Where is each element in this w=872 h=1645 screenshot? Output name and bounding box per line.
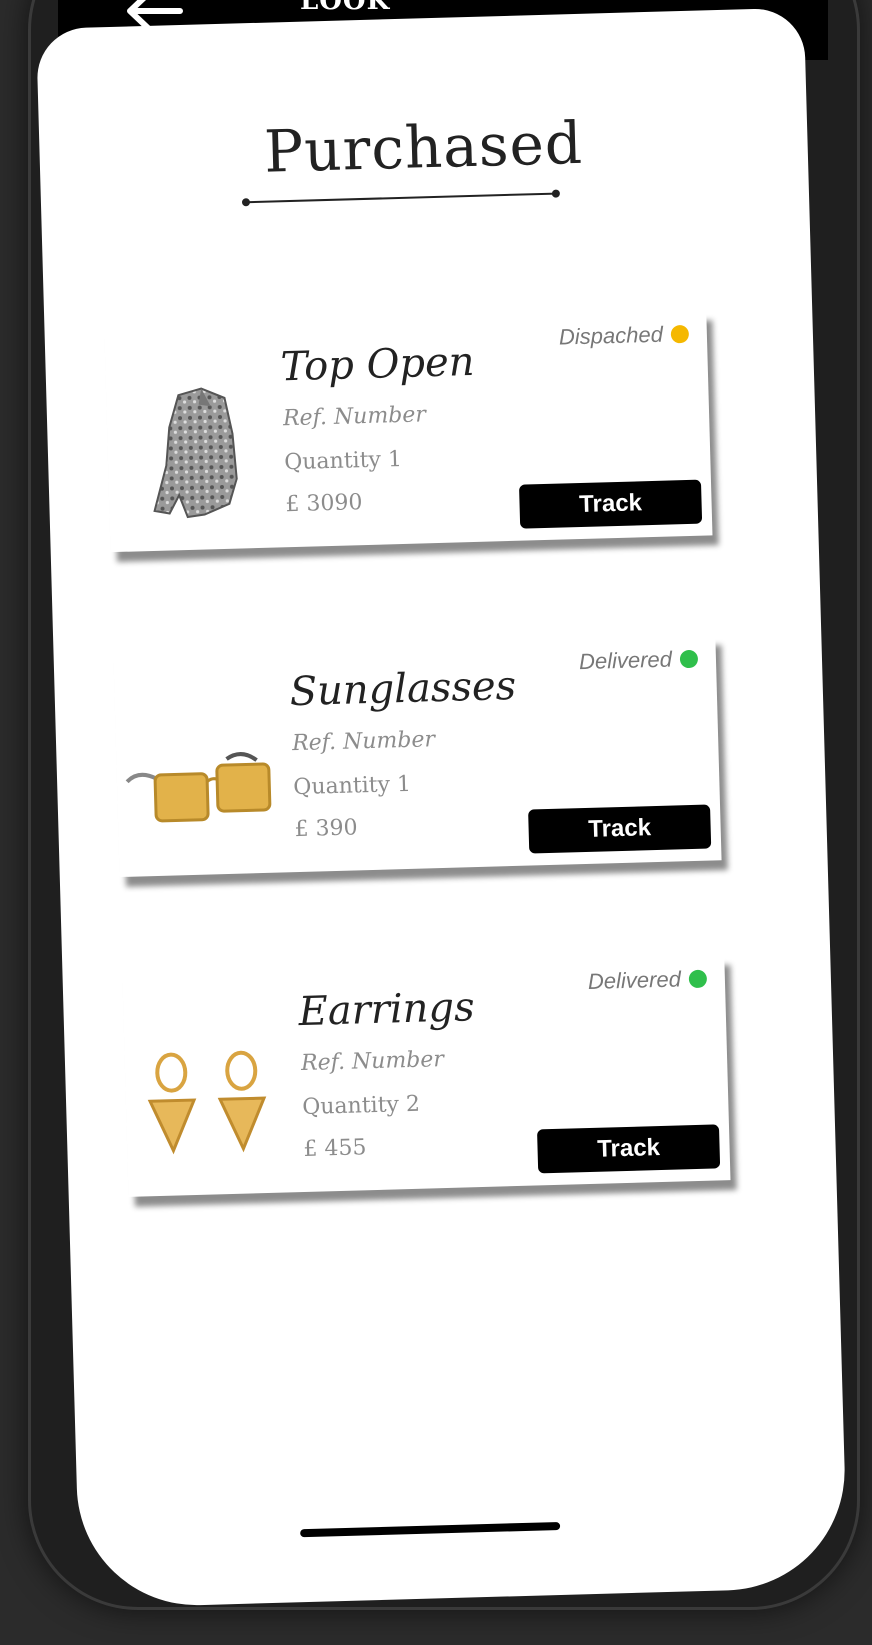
status-label: Delivered xyxy=(578,646,673,675)
order-ref: Ref. Number xyxy=(291,727,436,757)
order-name: Earrings xyxy=(298,984,476,1036)
status-badge: Delivered xyxy=(579,646,699,675)
order-quantity: Quantity 2 xyxy=(301,1091,421,1121)
page-title: Purchased xyxy=(263,108,584,186)
order-card: Sunglasses Ref. Number Quantity 1 £ 390 … xyxy=(113,635,722,878)
order-price: £ 3090 xyxy=(285,490,363,518)
order-ref: Ref. Number xyxy=(282,402,427,432)
order-name: Sunglasses xyxy=(289,662,517,716)
home-indicator[interactable] xyxy=(300,1521,561,1538)
track-button[interactable]: Track xyxy=(537,1124,721,1174)
status-badge: Dispached xyxy=(559,321,690,351)
order-quantity: Quantity 1 xyxy=(293,771,412,801)
status-dot xyxy=(670,324,690,344)
order-price: £ 390 xyxy=(294,815,358,843)
status-label: Dispached xyxy=(558,321,664,350)
screen: Purchased Top Open Ref. Number Quantity … xyxy=(36,7,848,1609)
order-name: Top Open xyxy=(279,338,476,391)
order-ref: Ref. Number xyxy=(300,1047,445,1077)
jacket-icon xyxy=(153,387,238,519)
brand-logo: LOOK xyxy=(300,0,391,16)
order-quantity: Quantity 1 xyxy=(283,446,403,476)
status-badge: Delivered xyxy=(588,966,708,995)
status-label: Delivered xyxy=(587,966,682,994)
status-dot xyxy=(688,969,708,989)
sunglasses-icon xyxy=(125,752,272,823)
order-card: Earrings Ref. Number Quantity 2 £ 455 De… xyxy=(122,955,731,1197)
order-price: £ 455 xyxy=(303,1135,367,1162)
status-dot xyxy=(679,649,699,669)
track-button[interactable]: Track xyxy=(519,479,703,529)
order-card: Top Open Ref. Number Quantity 1 £ 3090 D… xyxy=(104,310,713,553)
track-button[interactable]: Track xyxy=(528,804,712,854)
earrings-icon xyxy=(147,1050,267,1155)
title-underline xyxy=(245,192,556,204)
